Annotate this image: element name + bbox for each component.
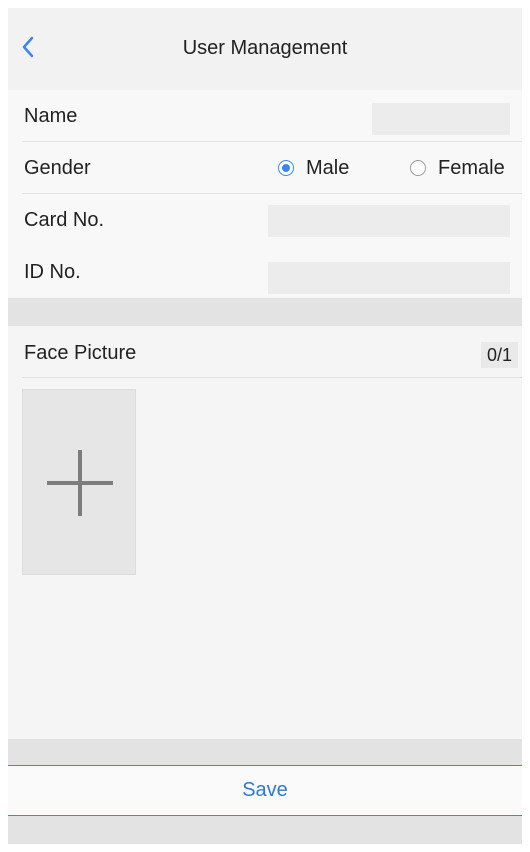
id-no-row: ID No. bbox=[8, 246, 522, 298]
save-button[interactable]: Save bbox=[8, 765, 522, 816]
page-title: User Management bbox=[182, 37, 348, 59]
section-separator bbox=[8, 298, 522, 326]
chevron-left-icon bbox=[22, 36, 34, 58]
gender-row: Gender Male Female bbox=[8, 142, 522, 194]
divider bbox=[22, 377, 522, 378]
name-label: Name bbox=[24, 105, 78, 127]
gender-male-option[interactable]: Male bbox=[278, 142, 349, 194]
add-face-picture-button[interactable] bbox=[22, 389, 136, 575]
header-bar: User Management bbox=[8, 8, 522, 90]
id-no-label: ID No. bbox=[24, 261, 81, 283]
card-no-field[interactable] bbox=[268, 205, 510, 237]
bottom-separator bbox=[8, 739, 522, 765]
id-no-field[interactable] bbox=[268, 262, 510, 294]
plus-icon bbox=[47, 450, 113, 516]
app-frame: User Management Name Gender Male Female … bbox=[8, 8, 522, 844]
female-radio[interactable] bbox=[410, 160, 426, 176]
face-picture-count: 0/1 bbox=[480, 342, 518, 368]
face-picture-label: Face Picture bbox=[24, 342, 137, 364]
female-label: Female bbox=[438, 156, 505, 179]
footer-bar bbox=[8, 816, 522, 844]
card-no-label: Card No. bbox=[24, 209, 105, 231]
face-picture-header: Face Picture 0/1 bbox=[8, 326, 522, 378]
back-button[interactable] bbox=[18, 32, 42, 62]
card-no-row: Card No. bbox=[8, 194, 522, 246]
male-label: Male bbox=[306, 156, 350, 179]
gender-female-option[interactable]: Female bbox=[410, 142, 505, 194]
name-row: Name bbox=[8, 90, 522, 142]
name-field[interactable] bbox=[372, 103, 510, 135]
gender-label: Gender bbox=[24, 157, 91, 179]
male-radio[interactable] bbox=[278, 160, 294, 176]
